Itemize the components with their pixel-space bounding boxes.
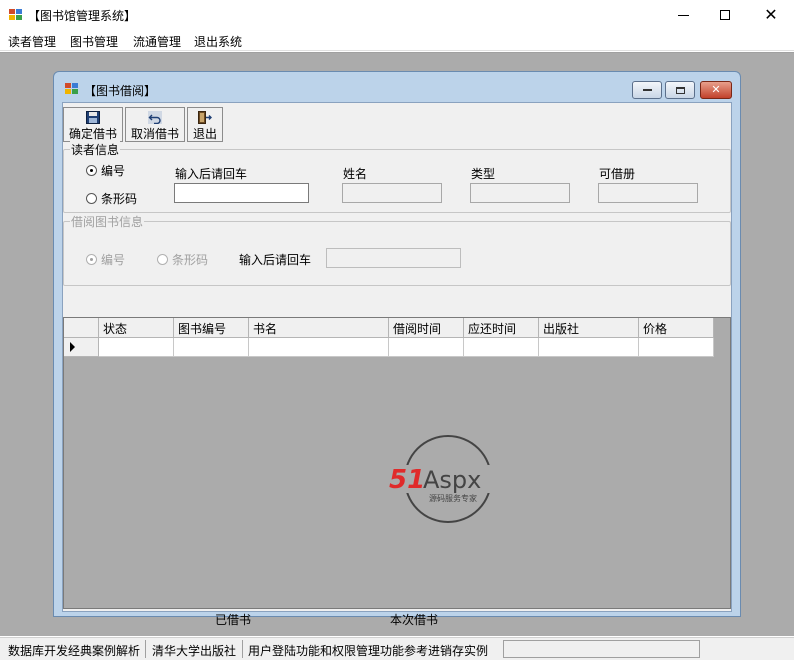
undo-icon bbox=[148, 111, 162, 124]
close-button[interactable]: ✕ bbox=[748, 0, 794, 30]
exit-icon bbox=[198, 111, 212, 124]
borrow-window-title: 【图书借阅】 bbox=[84, 84, 157, 98]
save-icon bbox=[86, 111, 100, 124]
maximize-icon bbox=[720, 10, 730, 20]
book-id-input[interactable] bbox=[326, 248, 461, 268]
minimize-icon bbox=[677, 14, 689, 16]
menu-bar: 读者管理 图书管理 流通管理 退出系统 bbox=[0, 30, 794, 51]
child-app-icon bbox=[65, 83, 78, 94]
maximize-button[interactable] bbox=[702, 0, 748, 30]
radio-checked-icon bbox=[86, 254, 97, 265]
borrow-window: 【图书借阅】 ✕ 确定借书 取消借书 退出 读者信息 编号 条形码 输入后请回车… bbox=[53, 71, 741, 627]
grid-corner bbox=[64, 318, 99, 338]
column-header[interactable]: 状态 bbox=[99, 318, 174, 338]
radio-unchecked-icon bbox=[157, 254, 168, 265]
table-cell[interactable] bbox=[639, 338, 714, 357]
minimize-button[interactable] bbox=[660, 0, 706, 30]
child-close-button[interactable]: ✕ bbox=[700, 81, 732, 99]
child-maximize-button[interactable] bbox=[665, 81, 695, 99]
column-header[interactable]: 应还时间 bbox=[464, 318, 539, 338]
row-header[interactable] bbox=[64, 338, 99, 357]
borrow-window-titlebar[interactable]: 【图书借阅】 ✕ bbox=[54, 72, 740, 102]
radio-unchecked-icon bbox=[86, 193, 97, 204]
menu-item-exit[interactable]: 退出系统 bbox=[194, 33, 242, 50]
table-cell[interactable] bbox=[464, 338, 539, 357]
book-radio-barcode[interactable]: 条形码 bbox=[157, 251, 208, 268]
status-separator bbox=[242, 640, 243, 658]
exit-label: 退出 bbox=[192, 127, 217, 141]
menu-item-circulation[interactable]: 流通管理 bbox=[133, 33, 181, 50]
reader-info-title: 读者信息 bbox=[70, 141, 121, 158]
confirm-borrow-button[interactable]: 确定借书 bbox=[63, 107, 123, 142]
exit-button[interactable]: 退出 bbox=[187, 107, 223, 142]
restore-icon bbox=[675, 86, 685, 94]
window-title: 【图书馆管理系统】 bbox=[28, 9, 137, 23]
reader-info-group: 读者信息 编号 条形码 输入后请回车 姓名 类型 可借册 bbox=[63, 141, 731, 213]
column-header[interactable]: 价格 bbox=[639, 318, 714, 338]
window-titlebar[interactable]: 【图书馆管理系统】 ✕ bbox=[0, 0, 794, 30]
menu-item-books[interactable]: 图书管理 bbox=[70, 33, 118, 50]
book-info-title: 借阅图书信息 bbox=[70, 213, 145, 230]
status-separator bbox=[145, 640, 146, 658]
reader-quota-field bbox=[598, 183, 698, 203]
close-icon: ✕ bbox=[764, 5, 778, 24]
reader-quota-label: 可借册 bbox=[599, 167, 636, 181]
status-segment: 清华大学出版社 bbox=[152, 644, 237, 658]
column-header[interactable]: 出版社 bbox=[539, 318, 639, 338]
reader-radio-id[interactable]: 编号 bbox=[86, 162, 125, 179]
book-radio-id-label: 编号 bbox=[101, 253, 126, 267]
reader-name-label: 姓名 bbox=[343, 167, 368, 181]
confirm-borrow-label: 确定借书 bbox=[68, 127, 117, 141]
watermark-aspx: Aspx bbox=[423, 466, 481, 494]
table-cell[interactable] bbox=[174, 338, 249, 357]
column-header[interactable]: 图书编号 bbox=[174, 318, 249, 338]
book-input-label: 输入后请回车 bbox=[239, 253, 312, 267]
table-cell[interactable] bbox=[539, 338, 639, 357]
watermark-51: 51 bbox=[389, 465, 425, 495]
borrow-grid[interactable]: 状态 图书编号 书名 借阅时间 应还时间 出版社 价格 51 Aspx 源码服务… bbox=[63, 317, 731, 609]
minimize-icon bbox=[642, 89, 652, 91]
cancel-borrow-button[interactable]: 取消借书 bbox=[125, 107, 185, 142]
table-cell[interactable] bbox=[389, 338, 464, 357]
reader-radio-id-label: 编号 bbox=[101, 164, 126, 178]
reader-radio-barcode[interactable]: 条形码 bbox=[86, 190, 137, 207]
reader-name-field bbox=[342, 183, 442, 203]
status-bar: 数据库开发经典案例解析 清华大学出版社 用户登陆功能和权限管理功能参考进销存实例 bbox=[0, 637, 794, 660]
child-minimize-button[interactable] bbox=[632, 81, 662, 99]
current-row-icon bbox=[70, 342, 75, 352]
table-cell[interactable] bbox=[99, 338, 174, 357]
reader-type-label: 类型 bbox=[471, 167, 496, 181]
watermark-subtitle: 源码服务专家 bbox=[429, 493, 477, 503]
book-radio-barcode-label: 条形码 bbox=[172, 253, 209, 267]
radio-checked-icon bbox=[86, 165, 97, 176]
column-header[interactable]: 书名 bbox=[249, 318, 389, 338]
reader-radio-barcode-label: 条形码 bbox=[101, 192, 138, 206]
status-segment: 用户登陆功能和权限管理功能参考进销存实例 bbox=[248, 644, 489, 658]
close-icon: ✕ bbox=[711, 83, 721, 96]
borrow-window-client: 确定借书 取消借书 退出 读者信息 编号 条形码 输入后请回车 姓名 类型 可借… bbox=[62, 102, 732, 627]
reader-id-input[interactable] bbox=[174, 183, 309, 203]
status-segment: 数据库开发经典案例解析 bbox=[8, 644, 141, 658]
reader-type-field bbox=[470, 183, 570, 203]
menu-item-reader[interactable]: 读者管理 bbox=[8, 33, 56, 50]
this-time-label: 本次借书 bbox=[390, 613, 439, 627]
book-info-group: 借阅图书信息 编号 条形码 输入后请回车 bbox=[63, 213, 731, 286]
book-radio-id[interactable]: 编号 bbox=[86, 251, 125, 268]
status-progress-box bbox=[503, 640, 700, 658]
watermark-logo: 51 Aspx 源码服务专家 bbox=[389, 435, 511, 523]
app-icon bbox=[9, 9, 23, 21]
column-header[interactable]: 借阅时间 bbox=[389, 318, 464, 338]
reader-input-label: 输入后请回车 bbox=[175, 167, 248, 181]
table-cell[interactable] bbox=[249, 338, 389, 357]
borrowed-label: 已借书 bbox=[215, 613, 252, 627]
cancel-borrow-label: 取消借书 bbox=[130, 127, 179, 141]
